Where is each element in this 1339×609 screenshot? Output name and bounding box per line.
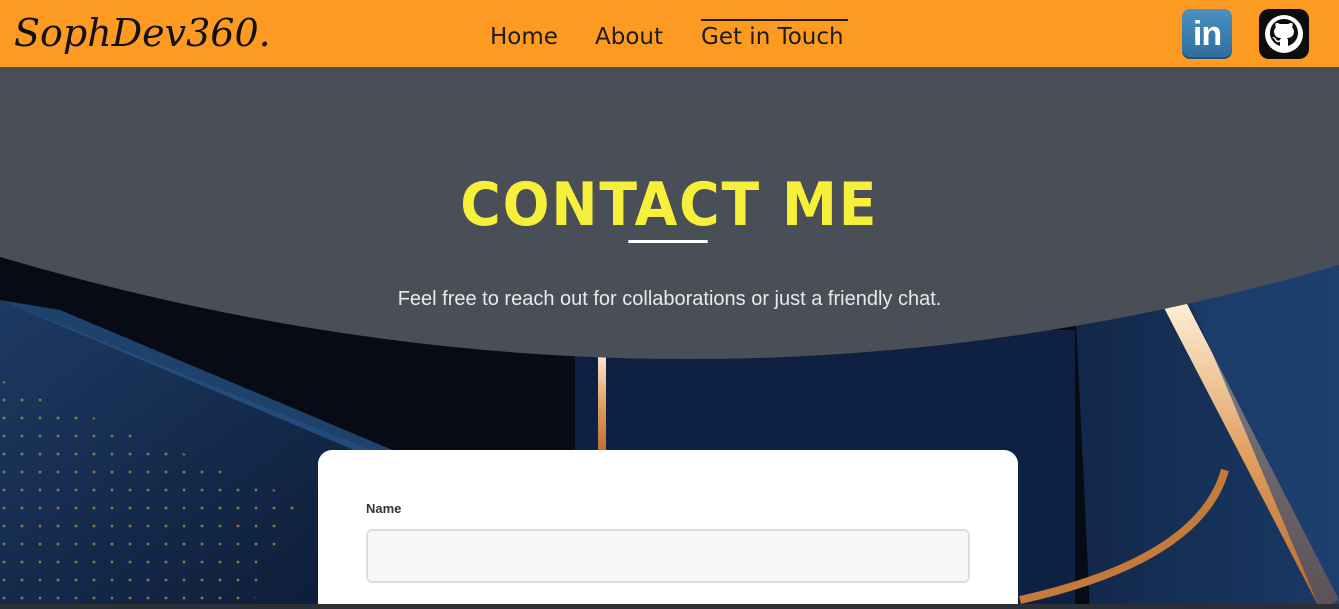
name-label: Name (366, 501, 402, 516)
site-logo[interactable]: SophDev360. (14, 14, 271, 52)
linkedin-icon[interactable]: in (1182, 9, 1232, 59)
nav-about-link[interactable]: About (595, 26, 663, 49)
title-underline (628, 240, 708, 243)
top-navbar: SophDev360. Home About Get in Touch in (0, 0, 1339, 67)
nav-get-in-touch-link[interactable]: Get in Touch (701, 26, 844, 49)
nav-active-indicator (701, 19, 848, 21)
contact-form: Name (318, 450, 1018, 609)
page-subtitle: Feel free to reach out for collaboration… (397, 288, 942, 310)
contact-page: SophDev360. Home About Get in Touch in C… (0, 0, 1339, 609)
page-title: CONTACT ME (460, 170, 879, 240)
name-input[interactable] (366, 529, 970, 583)
page-bottom-edge (0, 604, 1339, 609)
nav-home-link[interactable]: Home (490, 26, 558, 49)
github-icon[interactable] (1259, 9, 1309, 59)
